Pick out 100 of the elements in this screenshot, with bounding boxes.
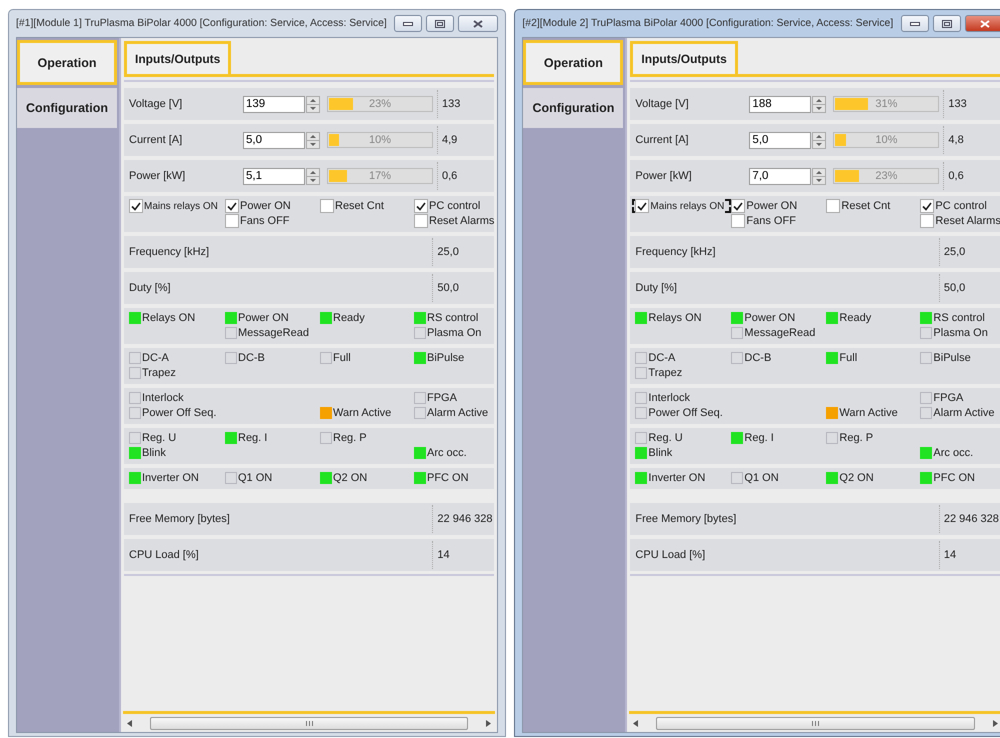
checkbox-label: PC control <box>429 200 480 212</box>
scroll-thumb[interactable] <box>656 716 975 730</box>
sidebar-tab[interactable]: Operation <box>17 40 117 85</box>
status-label: Reg. U <box>648 432 683 444</box>
reading-value: 50,0 <box>938 274 1000 302</box>
checkbox[interactable] <box>920 199 934 213</box>
focused-option[interactable]: Mains relays ON <box>632 199 732 213</box>
checkbox-label: Fans OFF <box>746 215 796 227</box>
setpoint-label: Current [A] <box>129 134 184 146</box>
sidebar-tab[interactable]: Configuration <box>523 88 624 128</box>
checkbox[interactable] <box>320 199 334 213</box>
status-label: FPGA <box>427 392 457 404</box>
reading-value: 0,6 <box>437 162 494 190</box>
value-field[interactable]: 139 <box>243 96 305 112</box>
status-label: Q2 ON <box>333 472 368 484</box>
percent-text: 31% <box>874 98 898 110</box>
reading-value: 133 <box>943 90 1000 118</box>
checkbox-label: Fans OFF <box>240 215 290 227</box>
percent-text: 17% <box>368 170 392 182</box>
setpoint-label: Voltage [V] <box>129 98 184 110</box>
status-label: Arc occ. <box>933 447 974 459</box>
grip-icon <box>812 720 820 726</box>
system-label: CPU Load [%] <box>635 549 706 561</box>
status-label: Interlock <box>142 392 184 404</box>
spin-buttons[interactable] <box>812 132 826 148</box>
status-label: Inverter ON <box>648 472 706 484</box>
value-field[interactable]: 5,0 <box>243 132 305 148</box>
maximize-icon <box>435 20 446 28</box>
maximize-icon <box>942 20 952 28</box>
grip-icon <box>306 720 313 726</box>
checkbox[interactable] <box>826 199 840 213</box>
readout-label: Frequency [kHz] <box>129 246 210 258</box>
checkbox[interactable] <box>414 199 428 213</box>
reading-value: 14 <box>432 541 494 569</box>
close-button[interactable] <box>458 15 498 32</box>
setpoint-label: Voltage [V] <box>635 98 690 110</box>
checkmark-icon <box>637 202 648 210</box>
readout-label: Duty [%] <box>129 282 172 294</box>
spin-buttons[interactable] <box>306 96 320 112</box>
status-label: Blink <box>648 447 672 459</box>
minimize-icon <box>910 20 920 26</box>
spin-buttons[interactable] <box>812 96 826 112</box>
reading-value: 50,0 <box>432 274 494 302</box>
checkbox[interactable] <box>731 214 746 228</box>
reading-value: 0,6 <box>943 162 1000 190</box>
status-label: Full <box>333 352 351 364</box>
percent-text: 23% <box>368 98 392 110</box>
tab[interactable]: Inputs/Outputs <box>124 41 232 74</box>
system-label: CPU Load [%] <box>129 549 200 561</box>
close-button[interactable] <box>964 15 1000 32</box>
percent-text: 23% <box>874 170 898 182</box>
value-field[interactable]: 5,1 <box>243 168 305 184</box>
sidebar-tab[interactable]: Configuration <box>17 88 117 128</box>
checkmark-icon <box>733 202 744 210</box>
scroll-right-icon[interactable] <box>486 720 492 726</box>
checkbox-label: Reset Cnt <box>335 200 384 212</box>
scroll-left-icon[interactable] <box>633 720 638 726</box>
checkbox[interactable] <box>414 214 428 228</box>
checkbox-label: Power ON <box>240 200 291 212</box>
status-label: DC-B <box>238 352 265 364</box>
minimize-button[interactable] <box>900 15 929 32</box>
status-label: RS control <box>933 312 985 324</box>
checkbox[interactable] <box>225 199 239 213</box>
minimize-button[interactable] <box>394 15 422 32</box>
checkbox[interactable] <box>731 199 746 213</box>
status-label: Arc occ. <box>427 447 467 459</box>
checkbox[interactable] <box>129 199 143 213</box>
maximize-button[interactable] <box>932 15 961 32</box>
horizontal-scrollbar[interactable] <box>123 711 496 732</box>
checkbox-label: Reset Alarms <box>429 215 494 227</box>
checkbox[interactable] <box>635 199 650 213</box>
maximize-button[interactable] <box>426 15 454 32</box>
scroll-left-icon[interactable] <box>127 720 132 726</box>
checkbox[interactable] <box>920 214 934 228</box>
status-label: Alarm Active <box>933 407 995 419</box>
spin-buttons[interactable] <box>812 168 826 184</box>
checkmark-icon <box>131 202 141 210</box>
status-label: Warn Active <box>333 407 392 419</box>
status-label: Plasma On <box>933 327 988 339</box>
status-label: PFC ON <box>933 472 975 484</box>
spin-buttons[interactable] <box>306 168 320 184</box>
scroll-thumb[interactable] <box>150 716 468 730</box>
percent-text: 10% <box>874 134 898 146</box>
status-label: Inverter ON <box>142 472 199 484</box>
sidebar-tab[interactable]: Operation <box>523 40 624 85</box>
status-label: Q1 ON <box>238 472 272 484</box>
checkmark-icon <box>227 202 237 210</box>
status-label: DC-A <box>142 352 169 364</box>
reading-value: 14 <box>938 541 1000 569</box>
checkbox[interactable] <box>225 214 239 228</box>
value-field[interactable]: 5,0 <box>749 132 812 148</box>
tab[interactable]: Inputs/Outputs <box>630 41 738 74</box>
scroll-right-icon[interactable] <box>992 720 998 726</box>
readout-label: Frequency [kHz] <box>635 246 717 258</box>
spin-buttons[interactable] <box>306 132 320 148</box>
horizontal-scrollbar[interactable] <box>629 711 1000 732</box>
value-field[interactable]: 7,0 <box>749 168 812 184</box>
value-field[interactable]: 188 <box>749 96 812 112</box>
status-label: Trapez <box>648 367 682 379</box>
status-label: Power Off Seq. <box>648 407 723 419</box>
